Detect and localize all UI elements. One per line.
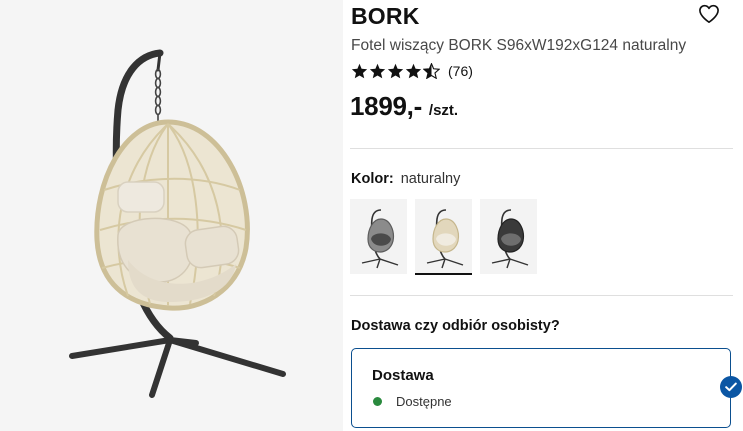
color-selector-label: Kolor: naturalny: [351, 171, 460, 187]
color-value: naturalny: [400, 171, 461, 187]
star-half-icon: [423, 63, 440, 79]
star-icon: [405, 63, 422, 79]
divider: [350, 295, 733, 296]
product-subtitle: Fotel wiszący BORK S96xW192xG124 natural…: [351, 37, 687, 54]
color-swatch-black[interactable]: [480, 199, 537, 274]
checkmark-icon: [720, 376, 742, 398]
divider: [350, 148, 733, 149]
star-icon: [369, 63, 386, 79]
delivery-option-card[interactable]: Dostawa Dostępne: [351, 348, 731, 428]
delivery-status: Dostępne: [373, 394, 452, 409]
rating-count: (76): [448, 63, 473, 79]
rating-stars: [351, 63, 440, 79]
price-unit: /szt.: [428, 102, 459, 119]
color-label: Kolor:: [351, 171, 394, 187]
delivery-status-label: Dostępne: [396, 394, 452, 409]
chain: [154, 68, 162, 122]
delivery-question: Dostawa czy odbiór osobisty?: [351, 318, 560, 334]
delivery-option-title: Dostawa: [372, 367, 434, 384]
color-swatch-natural[interactable]: [415, 199, 472, 275]
heart-outline-icon[interactable]: [698, 4, 720, 24]
star-icon: [387, 63, 404, 79]
status-dot-icon: [373, 397, 382, 406]
product-image[interactable]: [0, 0, 343, 431]
product-info: BORK Fotel wiszący BORK S96xW192xG124 na…: [350, 0, 743, 431]
rating[interactable]: (76): [351, 63, 473, 79]
price: 1899,- /szt.: [350, 91, 458, 122]
color-swatch-grey[interactable]: [350, 199, 407, 274]
brand-name: BORK: [351, 3, 420, 29]
egg-chair: [94, 119, 250, 311]
price-amount: 1899,-: [350, 91, 422, 121]
pillow: [117, 181, 165, 213]
star-icon: [351, 63, 368, 79]
